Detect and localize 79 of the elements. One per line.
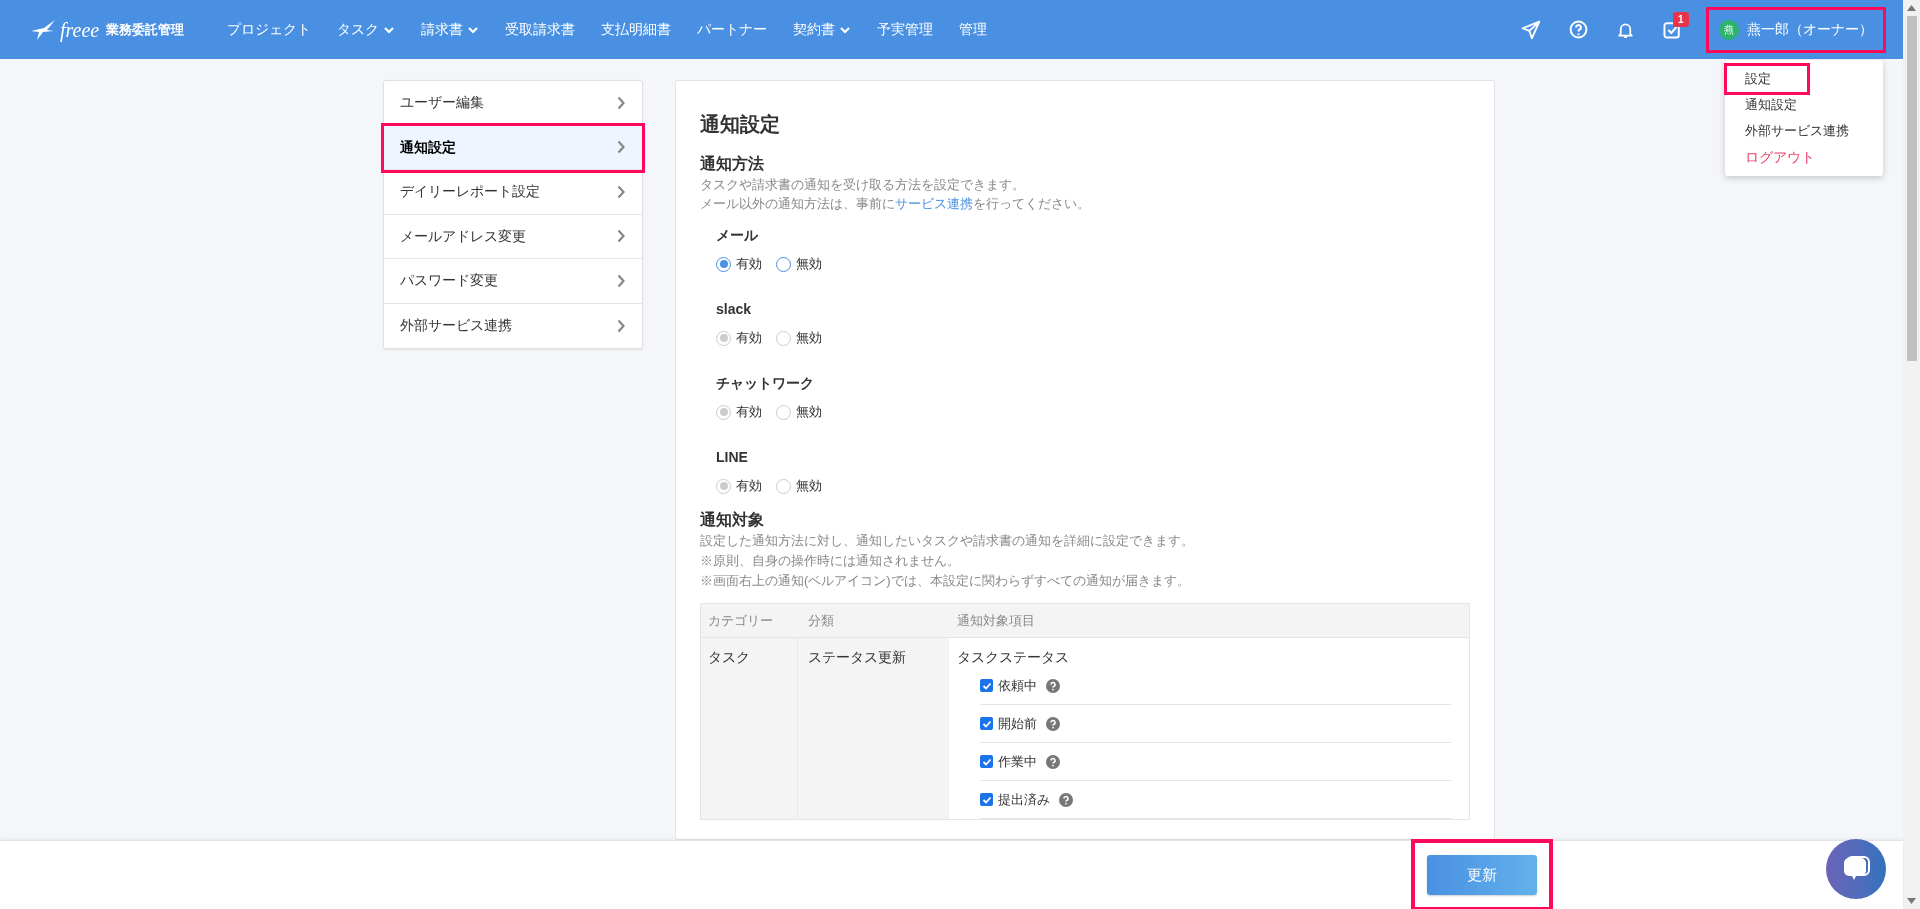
settings-menu-item[interactable]: デイリーレポート設定 xyxy=(384,170,642,215)
section-description: ※画面右上の通知(ベルアイコン)では、本設定に関わらずすべての通知が届きます。 xyxy=(700,572,1191,590)
checkbox[interactable] xyxy=(980,717,993,730)
checkbox[interactable] xyxy=(980,679,993,692)
radio-button[interactable] xyxy=(776,256,791,272)
chevron-right-icon xyxy=(617,318,626,333)
channel-label: LINE xyxy=(716,448,749,467)
column-header: 通知対象項目 xyxy=(956,611,1036,630)
nav-item[interactable]: 支払明細書 xyxy=(601,19,671,40)
help-icon[interactable] xyxy=(1059,792,1073,807)
scroll-up-arrow-icon[interactable] xyxy=(1907,5,1916,11)
paper-plane-icon[interactable] xyxy=(1521,19,1541,40)
table-cell: ステータス更新 xyxy=(808,649,906,665)
nav-item[interactable]: パートナー xyxy=(697,19,767,40)
chevron-right-icon xyxy=(617,140,626,155)
page-title: 通知設定 xyxy=(700,112,781,137)
logo-brand: freee xyxy=(60,19,100,40)
checkbox-label: 依頼中 xyxy=(998,676,1037,695)
nav-item[interactable]: 契約書 xyxy=(793,19,851,40)
section-heading: 通知対象 xyxy=(700,510,765,530)
channel-label: チャットワーク xyxy=(716,374,815,393)
radio-label: 有効 xyxy=(736,256,762,273)
help-icon[interactable] xyxy=(1046,678,1060,693)
section-heading: 通知方法 xyxy=(700,154,765,174)
checkbox[interactable] xyxy=(980,793,993,806)
nav-item[interactable]: プロジェクト xyxy=(227,19,311,40)
chevron-right-icon xyxy=(617,273,626,288)
channel-label: メール xyxy=(716,226,759,245)
settings-menu-item[interactable]: パスワード変更 xyxy=(384,259,642,304)
chevron-right-icon xyxy=(617,95,626,110)
menu-item[interactable]: ログアウト xyxy=(1727,144,1881,170)
settings-menu-item[interactable]: 外部サービス連携 xyxy=(384,303,642,348)
column-header: 分類 xyxy=(807,611,835,630)
channel-label: slack xyxy=(716,300,753,319)
section-description: ※原則、自身の操作時には通知されません。 xyxy=(700,552,961,570)
user-menu-button[interactable]: 燕 燕一郎（オーナー） xyxy=(1709,9,1883,50)
radio-button[interactable] xyxy=(716,256,731,272)
logo-product: 業務委託管理 xyxy=(106,20,185,39)
help-icon[interactable] xyxy=(1046,754,1060,769)
help-icon[interactable] xyxy=(1046,716,1060,731)
group-label: タスクステータス xyxy=(957,648,1070,667)
radio-label: 無効 xyxy=(796,478,822,495)
chevron-right-icon xyxy=(617,229,626,244)
radio-label: 無効 xyxy=(796,256,822,273)
settings-menu-item[interactable]: 通知設定 xyxy=(384,125,642,170)
checkbox-label: 開始前 xyxy=(998,714,1037,733)
checkbox-label: 作業中 xyxy=(998,752,1037,771)
scroll-down-arrow-icon[interactable] xyxy=(1907,898,1916,904)
checkbox[interactable] xyxy=(980,755,993,768)
scrollbar-thumb[interactable] xyxy=(1906,16,1917,361)
help-icon[interactable] xyxy=(1569,20,1588,39)
nav-item[interactable]: 予実管理 xyxy=(877,19,933,40)
radio-label: 無効 xyxy=(796,330,822,347)
bird-logo-icon xyxy=(30,18,56,41)
scrollbar[interactable] xyxy=(1903,0,1920,909)
nav-item[interactable]: タスク xyxy=(337,19,395,40)
settings-menu-item[interactable]: メールアドレス変更 xyxy=(384,214,642,259)
notification-badge: 1 xyxy=(1673,11,1689,27)
section-description: タスクや請求書の通知を受け取る方法を設定できます。 xyxy=(700,176,1026,194)
user-avatar: 燕 xyxy=(1719,19,1739,40)
table-cell: タスク xyxy=(708,649,750,665)
checkbox-label: 提出済み xyxy=(998,790,1050,809)
section-description: 設定した通知方法に対し、通知したいタスクや請求書の通知を詳細に設定できます。 xyxy=(700,532,1195,550)
column-header: カテゴリー xyxy=(707,611,774,630)
radio-label: 有効 xyxy=(736,330,762,347)
update-button[interactable]: 更新 xyxy=(1427,855,1537,895)
radio-label: 有効 xyxy=(736,478,762,495)
menu-item[interactable]: 外部サービス連携 xyxy=(1727,118,1881,144)
service-link[interactable]: サービス連携 xyxy=(895,196,973,211)
chat-button[interactable] xyxy=(1826,839,1886,899)
chevron-right-icon xyxy=(617,184,626,199)
nav-item[interactable]: 請求書 xyxy=(421,19,479,40)
nav-item[interactable]: 管理 xyxy=(959,19,987,40)
menu-item[interactable]: 通知設定 xyxy=(1727,92,1881,118)
section-description: メール以外の通知方法は、事前にサービス連携を行ってください。 xyxy=(700,195,1091,213)
radio-label: 有効 xyxy=(736,404,762,421)
menu-item[interactable]: 設定 xyxy=(1727,66,1807,92)
radio-label: 無効 xyxy=(796,404,822,421)
nav-item[interactable]: 受取請求書 xyxy=(505,19,575,40)
